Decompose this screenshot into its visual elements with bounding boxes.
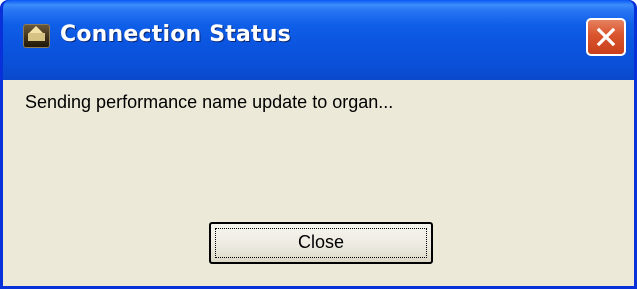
icon-body: [28, 33, 45, 41]
title-close-button[interactable]: [586, 18, 626, 56]
window-title: Connection Status: [60, 22, 291, 47]
title-bar[interactable]: Connection Status: [3, 0, 634, 80]
close-button-label: Close: [297, 232, 345, 252]
close-button[interactable]: Close: [209, 222, 433, 264]
dialog-body: Sending performance name update to organ…: [3, 80, 634, 286]
close-icon: [596, 27, 616, 47]
connection-status-dialog: Connection Status Sending performance na…: [0, 0, 637, 289]
icon-roof: [29, 26, 43, 33]
organ-house-icon: [23, 24, 50, 48]
status-message: Sending performance name update to organ…: [25, 92, 394, 112]
